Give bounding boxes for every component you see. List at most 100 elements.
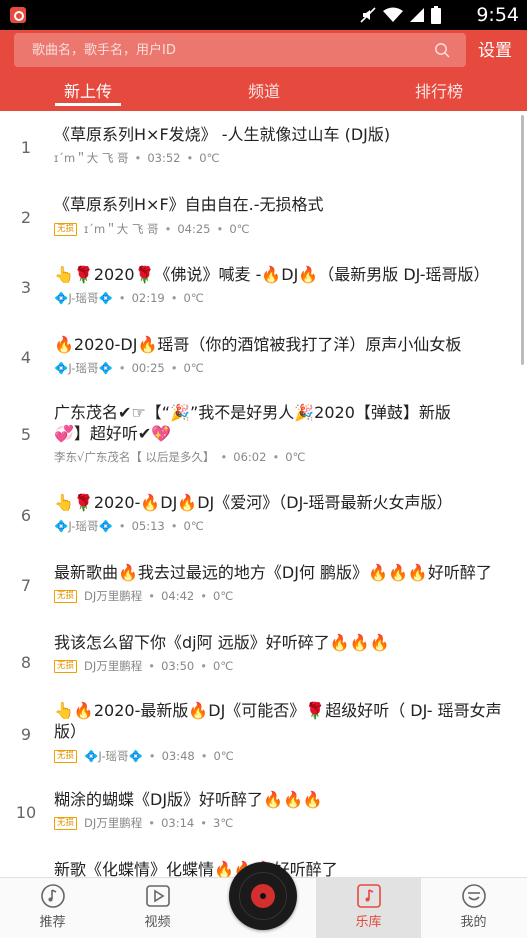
song-duration: 05:13 bbox=[131, 519, 165, 533]
song-uploader[interactable]: 💠J-瑶哥💠 bbox=[84, 748, 143, 764]
now-playing-disc-button[interactable] bbox=[229, 862, 297, 930]
song-meta: 无损 ɪ´m＂大 飞 哥 • 04:25 • 0℃ bbox=[54, 221, 250, 237]
status-bar: 9:54 bbox=[0, 0, 527, 30]
song-row[interactable]: 4 🔥2020-DJ🔥瑶哥（你的酒馆被我打了洋）原声小仙女板 💠J-瑶哥💠 • 0… bbox=[0, 321, 527, 391]
wifi-icon bbox=[383, 7, 403, 22]
nav-recommend[interactable]: 推荐 bbox=[0, 878, 105, 938]
song-plays: 0℃ bbox=[183, 519, 204, 533]
song-plays: 0℃ bbox=[183, 291, 204, 305]
song-title: 糊涂的蝴蝶《DJ版》好听醉了🔥🔥🔥 bbox=[54, 790, 323, 809]
nav-label: 视频 bbox=[144, 915, 171, 930]
song-rank: 7 bbox=[20, 576, 32, 595]
separator-dot: • bbox=[118, 291, 126, 305]
lossless-badge: 无损 bbox=[54, 222, 78, 236]
nav-music-library[interactable]: 乐库 bbox=[316, 878, 421, 938]
song-duration: 03:14 bbox=[161, 816, 195, 830]
song-duration: 02:19 bbox=[131, 291, 165, 305]
song-uploader[interactable]: DJ万里鹏程 bbox=[84, 588, 142, 604]
song-duration: 00:25 bbox=[131, 361, 165, 375]
nav-label: 乐库 bbox=[355, 915, 382, 930]
song-row[interactable]: 9 👆🔥2020-最新版🔥DJ《可能否》🌹超级好听（ DJ- 瑶哥女声版） 无损… bbox=[0, 693, 527, 786]
song-meta: 💠J-瑶哥💠 • 05:13 • 0℃ bbox=[54, 518, 204, 534]
song-plays: 3℃ bbox=[213, 816, 234, 830]
song-meta: 李东√广东茂名【 以后是多久】 • 06:02 • 0℃ bbox=[54, 449, 305, 465]
separator-dot: • bbox=[200, 816, 208, 830]
separator-dot: • bbox=[148, 659, 156, 673]
song-row[interactable]: 1 《草原系列H×F发烧》 -人生就像过山车 (DJ版) ɪ´m＂大 飞 哥 • … bbox=[0, 111, 527, 181]
song-plays: 0℃ bbox=[229, 222, 250, 236]
tab-new-upload[interactable]: 新上传 bbox=[55, 78, 121, 102]
separator-dot: • bbox=[118, 519, 126, 533]
disc-hole bbox=[260, 893, 266, 899]
song-rank: 10 bbox=[15, 803, 37, 822]
tab-channel[interactable]: 频道 bbox=[231, 78, 297, 102]
song-meta: 无损 💠J-瑶哥💠 • 03:48 • 0℃ bbox=[54, 748, 234, 764]
song-title: 👆🌹2020🌹《佛说》喊麦 -🔥DJ🔥（最新男版 DJ-瑶哥版） bbox=[54, 265, 490, 284]
song-plays: 0℃ bbox=[183, 361, 204, 375]
song-uploader[interactable]: DJ万里鹏程 bbox=[84, 658, 142, 674]
lossless-badge: 无损 bbox=[54, 589, 78, 603]
song-uploader[interactable]: 💠J-瑶哥💠 bbox=[54, 518, 113, 534]
song-title: 广东茂名✔☞【“🎉”我不是好男人🎉2020【弹鼓】新版💞】超好听✔💖 bbox=[54, 403, 451, 443]
separator-dot: • bbox=[164, 222, 172, 236]
song-list[interactable]: 1 《草原系列H×F发烧》 -人生就像过山车 (DJ版) ɪ´m＂大 飞 哥 • … bbox=[0, 111, 527, 877]
separator-dot: • bbox=[186, 151, 194, 165]
song-plays: 0℃ bbox=[199, 151, 220, 165]
song-duration: 04:42 bbox=[161, 589, 195, 603]
song-meta: 无损 DJ万里鹏程 • 03:50 • 0℃ bbox=[54, 658, 233, 674]
settings-button[interactable]: 设置 bbox=[478, 36, 512, 61]
nav-video[interactable]: 视频 bbox=[105, 878, 210, 938]
song-meta: 💠J-瑶哥💠 • 02:19 • 0℃ bbox=[54, 290, 204, 306]
song-rank: 1 bbox=[20, 138, 32, 157]
song-duration: 06:02 bbox=[233, 450, 267, 464]
separator-dot: • bbox=[170, 361, 178, 375]
song-plays: 0℃ bbox=[213, 589, 234, 603]
song-title: 🔥2020-DJ🔥瑶哥（你的酒馆被我打了洋）原声小仙女板 bbox=[54, 335, 462, 354]
nav-mine[interactable]: 我的 bbox=[421, 878, 526, 938]
song-uploader[interactable]: 💠J-瑶哥💠 bbox=[54, 360, 113, 376]
song-row[interactable]: 6 👆🌹2020-🔥DJ🔥DJ《爱河》（DJ-瑶哥最新火女声版） 💠J-瑶哥💠 •… bbox=[0, 483, 527, 553]
song-row[interactable]: 2 《草原系列H×F》自由自在.-无损格式 无损 ɪ´m＂大 飞 哥 • 04:2… bbox=[0, 181, 527, 251]
song-rank: 5 bbox=[20, 425, 32, 444]
song-title: 《草原系列H×F》自由自在.-无损格式 bbox=[54, 195, 324, 214]
song-title: 👆🔥2020-最新版🔥DJ《可能否》🌹超级好听（ DJ- 瑶哥女声版） bbox=[54, 701, 502, 741]
separator-dot: • bbox=[216, 222, 224, 236]
song-duration: 03:50 bbox=[161, 659, 195, 673]
separator-dot: • bbox=[170, 291, 178, 305]
app-header: 设置 新上传 频道 排行榜 bbox=[0, 30, 527, 111]
separator-dot: • bbox=[170, 519, 178, 533]
song-duration: 03:52 bbox=[147, 151, 181, 165]
song-meta: 无损 DJ万里鹏程 • 03:14 • 3℃ bbox=[54, 815, 233, 831]
song-uploader[interactable]: DJ万里鹏程 bbox=[84, 815, 142, 831]
song-meta: 无损 DJ万里鹏程 • 04:42 • 0℃ bbox=[54, 588, 233, 604]
song-rank: 6 bbox=[20, 506, 32, 525]
lossless-badge: 无损 bbox=[54, 659, 78, 673]
search-icon[interactable] bbox=[434, 42, 450, 58]
nav-label: 我的 bbox=[460, 915, 487, 930]
song-uploader[interactable]: 💠J-瑶哥💠 bbox=[54, 290, 113, 306]
separator-dot: • bbox=[148, 749, 156, 763]
song-row[interactable]: 10 糊涂的蝴蝶《DJ版》好听醉了🔥🔥🔥 无损 DJ万里鹏程 • 03:14 • 3… bbox=[0, 786, 527, 856]
separator-dot: • bbox=[118, 361, 126, 375]
song-title: 👆🌹2020-🔥DJ🔥DJ《爱河》（DJ-瑶哥最新火女声版） bbox=[54, 493, 453, 512]
song-rank: 4 bbox=[20, 348, 32, 367]
tab-bar: 新上传 频道 排行榜 bbox=[0, 74, 527, 111]
song-row[interactable]: 3 👆🌹2020🌹《佛说》喊麦 -🔥DJ🔥（最新男版 DJ-瑶哥版） 💠J-瑶哥… bbox=[0, 251, 527, 321]
song-uploader[interactable]: 李东√广东茂名【 以后是多久】 bbox=[54, 449, 214, 465]
status-icons bbox=[359, 6, 441, 24]
search-bar[interactable] bbox=[14, 33, 466, 67]
song-uploader[interactable]: ɪ´m＂大 飞 哥 bbox=[84, 221, 159, 237]
song-title: 我该怎么留下你《dj阿 远版》好听碎了🔥🔥🔥 bbox=[54, 633, 390, 652]
song-rank: 2 bbox=[20, 208, 32, 227]
app-notification-icon bbox=[10, 7, 26, 23]
song-uploader[interactable]: ɪ´m＂大 飞 哥 bbox=[54, 150, 129, 166]
song-row[interactable]: 8 我该怎么留下你《dj阿 远版》好听碎了🔥🔥🔥 无损 DJ万里鹏程 • 03:5… bbox=[0, 623, 527, 693]
song-duration: 03:48 bbox=[161, 749, 195, 763]
song-meta: 💠J-瑶哥💠 • 00:25 • 0℃ bbox=[54, 360, 204, 376]
song-row[interactable]: 7 最新歌曲🔥我去过最远的地方《DJ何 鹏版》🔥🔥🔥好听醉了 无损 DJ万里鹏程… bbox=[0, 553, 527, 623]
tab-charts[interactable]: 排行榜 bbox=[406, 78, 472, 102]
song-row[interactable]: 5 广东茂名✔☞【“🎉”我不是好男人🎉2020【弹鼓】新版💞】超好听✔💖 李东√… bbox=[0, 391, 527, 483]
search-input[interactable] bbox=[14, 33, 434, 67]
lossless-badge: 无损 bbox=[54, 749, 78, 763]
song-title: 《草原系列H×F发烧》 -人生就像过山车 (DJ版) bbox=[54, 125, 391, 144]
